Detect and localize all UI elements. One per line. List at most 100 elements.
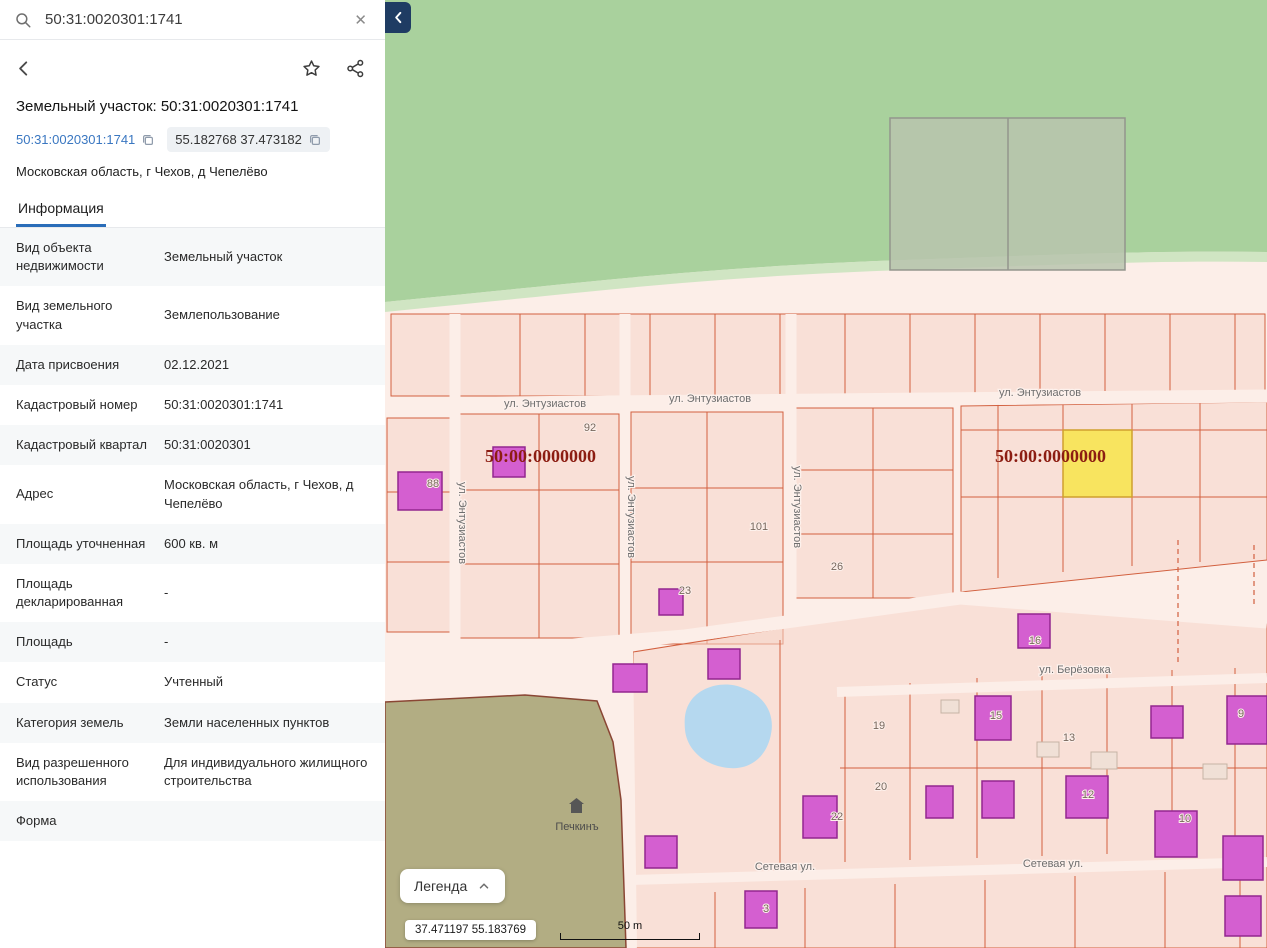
street-label: Сетевая ул. bbox=[755, 861, 815, 873]
copy-icon[interactable] bbox=[141, 133, 155, 147]
search-input[interactable] bbox=[45, 11, 351, 28]
row-value: Земли населенных пунктов bbox=[164, 714, 330, 730]
watermark-text: 50:00:0000000 bbox=[995, 446, 1106, 466]
row-label: Статус bbox=[16, 674, 58, 690]
street-label: ул. Энтузиастов bbox=[669, 393, 751, 405]
scale-bar: 50 m bbox=[560, 920, 700, 940]
row-value: 50:31:0020301 bbox=[164, 437, 251, 453]
info-row: Кадастровый квартал 50:31:0020301 bbox=[0, 425, 385, 466]
parcel-number: 10 bbox=[1179, 813, 1191, 825]
row-label: Адрес bbox=[16, 486, 54, 502]
info-panel: ✕ Земельный участок: 50:31:0020301:1741 … bbox=[0, 0, 385, 948]
clear-search-icon[interactable]: ✕ bbox=[350, 9, 371, 31]
street-label: ул. Энтузиастов bbox=[625, 476, 637, 558]
parcel-number: 22 bbox=[831, 811, 843, 823]
search-icon bbox=[16, 12, 31, 27]
coordinates-chip[interactable]: 55.182768 37.473182 bbox=[167, 127, 330, 152]
street-label: ул. Энтузиастов bbox=[999, 387, 1081, 399]
info-row: Адрес Московская область, г Чехов, д Чепе… bbox=[0, 465, 385, 523]
row-label: Кадастровый номер bbox=[16, 396, 138, 412]
info-row: Статус Учтенный bbox=[0, 662, 385, 702]
row-value: - bbox=[164, 584, 169, 600]
info-row: Форма bbox=[0, 801, 385, 842]
map-area[interactable]: ул. Энтузиастов ул. Энтузиастов ул. Энту… bbox=[385, 0, 1267, 948]
row-value: 600 кв. м bbox=[164, 535, 219, 551]
legend-button[interactable]: Легенда bbox=[400, 869, 506, 903]
parcel-number: 26 bbox=[831, 561, 843, 573]
info-row: Категория земель Земли населенных пунктов bbox=[0, 702, 385, 743]
row-label: Вид разрешенного использования bbox=[16, 754, 129, 788]
street-label: Сетевая ул. bbox=[1023, 858, 1083, 870]
info-table: Вид объекта недвижимости Земельный участо… bbox=[0, 228, 385, 842]
panel-bottom-fade bbox=[0, 908, 385, 948]
legend-label: Легенда bbox=[414, 878, 468, 894]
star-icon bbox=[302, 59, 320, 76]
row-label: Вид объекта недвижимости bbox=[16, 240, 104, 274]
parcel-number: 12 bbox=[1082, 789, 1094, 801]
row-value: 50:31:0020301:1741 bbox=[164, 396, 284, 412]
address-line: Московская область, г Чехов, д Чепелёво bbox=[16, 164, 268, 179]
share-button[interactable] bbox=[343, 56, 367, 80]
parcel-number: 88 bbox=[427, 478, 439, 490]
parcel-number: 13 bbox=[1063, 732, 1075, 744]
info-row: Кадастровый номер 50:31:0020301:1741 bbox=[0, 385, 385, 425]
parcel-number: 92 bbox=[584, 422, 596, 434]
row-value: 02.12.2021 bbox=[164, 356, 230, 372]
forest-parcel[interactable] bbox=[889, 117, 1126, 271]
parcel-number: 15 bbox=[990, 710, 1002, 722]
share-icon bbox=[346, 59, 363, 77]
cursor-coordinates: 37.471197 55.183769 bbox=[405, 920, 537, 940]
row-label: Дата присвоения bbox=[16, 356, 120, 372]
watermark-text: 50:00:0000000 bbox=[485, 446, 596, 466]
copy-icon[interactable] bbox=[308, 133, 322, 147]
row-value: - bbox=[164, 634, 169, 650]
chevron-left-icon bbox=[18, 60, 27, 76]
info-row: Вид земельного участка Землепользование bbox=[0, 286, 385, 344]
row-value: Учтенный bbox=[164, 674, 224, 690]
street-label: ул. Энтузиастов bbox=[504, 398, 586, 410]
row-label: Категория земель bbox=[16, 714, 124, 730]
coordinates-text: 55.182768 37.473182 bbox=[175, 132, 302, 147]
parcel-number: 3 bbox=[763, 903, 769, 915]
map-canvas[interactable]: ул. Энтузиастов ул. Энтузиастов ул. Энту… bbox=[385, 0, 1267, 948]
info-row: Площадь - bbox=[0, 622, 385, 663]
street-label: ул. Берёзовка bbox=[1039, 664, 1111, 676]
row-value: Для индивидуального жилищного строительс… bbox=[164, 754, 368, 788]
panel-actions bbox=[0, 40, 385, 86]
info-row: Площадь уточненная 600 кв. м bbox=[0, 523, 385, 564]
scale-label: 50 m bbox=[617, 920, 643, 932]
cadastral-number-link[interactable]: 50:31:0020301:1741 bbox=[16, 132, 155, 147]
info-row: Дата присвоения 02.12.2021 bbox=[0, 344, 385, 385]
back-button[interactable] bbox=[12, 56, 36, 80]
tabs: Информация bbox=[0, 191, 385, 228]
row-label: Вид земельного участка bbox=[16, 298, 113, 332]
page-title: Земельный участок: 50:31:0020301:1741 bbox=[16, 98, 299, 115]
tab-information[interactable]: Информация bbox=[16, 191, 106, 227]
parcel-number: 9 bbox=[1238, 708, 1244, 720]
parcel-number: 101 bbox=[750, 521, 768, 533]
street-label: ул. Энтузиастов bbox=[791, 466, 803, 548]
panel-collapse-button[interactable] bbox=[385, 2, 411, 33]
info-row: Вид объекта недвижимости Земельный участо… bbox=[0, 228, 385, 287]
cadastral-number-text: 50:31:0020301:1741 bbox=[16, 132, 136, 147]
search-bar: ✕ bbox=[0, 0, 385, 40]
scale-bar-line bbox=[560, 933, 700, 940]
row-value: Землепользование bbox=[164, 307, 280, 323]
favorite-button[interactable] bbox=[299, 56, 323, 80]
parcel-number: 23 bbox=[679, 585, 691, 597]
row-label: Площадь bbox=[16, 634, 73, 650]
poi-label: Печкинъ bbox=[555, 821, 598, 833]
row-value: Московская область, г Чехов, д Чепелёво bbox=[164, 477, 354, 511]
parcel-number: 20 bbox=[875, 781, 887, 793]
info-row: Вид разрешенного использования Для индиви… bbox=[0, 743, 385, 801]
identifier-chips: 50:31:0020301:1741 55.182768 37.473182 bbox=[0, 117, 385, 154]
chevron-left-icon bbox=[394, 11, 401, 24]
parcel-number: 16 bbox=[1029, 635, 1041, 647]
street-label: ул. Энтузиастов bbox=[456, 482, 468, 564]
info-row: Площадь декларированная - bbox=[0, 564, 385, 622]
row-label: Кадастровый квартал bbox=[16, 437, 147, 453]
parcel-number: 19 bbox=[873, 720, 885, 732]
row-value: Земельный участок bbox=[164, 249, 283, 265]
row-label: Площадь декларированная bbox=[16, 575, 124, 610]
row-label: Форма bbox=[16, 813, 57, 829]
